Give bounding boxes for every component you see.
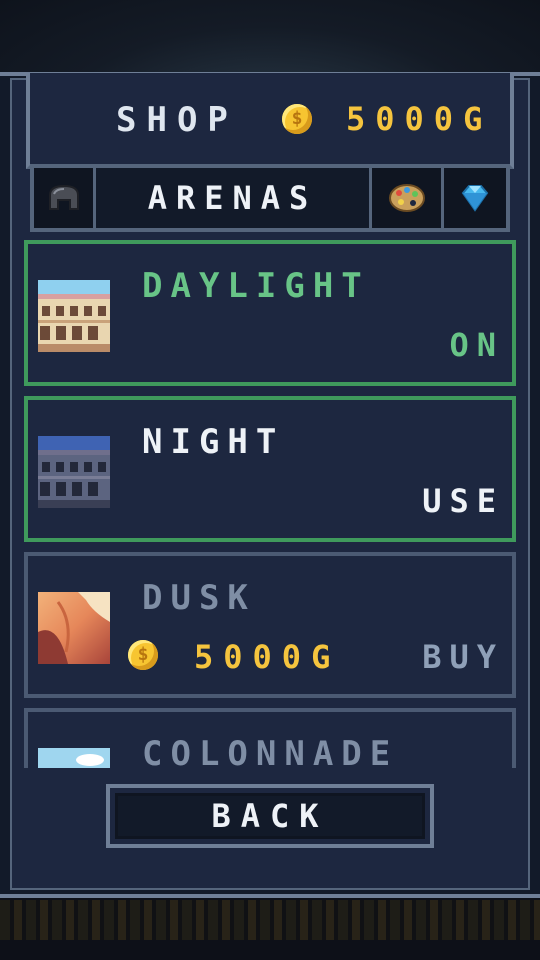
helmet-icon: [48, 184, 79, 210]
back-button[interactable]: BACK: [106, 784, 434, 848]
arena-card-colonnade[interactable]: COLONNADE: [24, 708, 516, 768]
dusk-arena-thumbnail: [38, 592, 110, 664]
arena-status-on: ON: [449, 326, 504, 364]
gold-balance: 5000G: [346, 100, 493, 138]
night-arena-thumbnail: [38, 436, 110, 508]
arena-name: COLONNADE: [142, 734, 399, 768]
arena-use-button[interactable]: USE: [422, 482, 504, 520]
daylight-arena-thumbnail: [38, 280, 110, 352]
diamond-icon: [461, 185, 489, 212]
arena-card-night[interactable]: NIGHT USE: [24, 396, 516, 542]
gold-coin-icon: [282, 104, 312, 134]
shop-title: SHOP: [116, 100, 238, 140]
arena-backdrop: [0, 0, 540, 80]
arena-name: NIGHT: [142, 422, 285, 462]
arena-name: DAYLIGHT: [142, 266, 370, 306]
tab-arenas-label: ARENAS: [147, 179, 318, 217]
arena-buy-button[interactable]: BUY: [422, 638, 504, 676]
arena-list[interactable]: DAYLIGHT ON NIGHT USE DUSK $ 5000G BUY C…: [18, 236, 522, 768]
tab-arenas[interactable]: ARENAS: [96, 168, 372, 228]
gold-coin-icon: [128, 640, 158, 670]
paint-palette-icon: [388, 184, 425, 212]
back-button-label: BACK: [211, 797, 329, 835]
tab-paint[interactable]: [372, 168, 444, 228]
arena-card-dusk[interactable]: DUSK 5000G BUY: [24, 552, 516, 698]
crowd-decoration: [0, 900, 540, 940]
tab-gems[interactable]: [444, 168, 506, 228]
arena-name: DUSK: [142, 578, 256, 618]
arena-price: 5000G: [194, 638, 341, 676]
colonnade-arena-thumbnail: [38, 748, 110, 768]
arena-card-daylight[interactable]: DAYLIGHT ON: [24, 240, 516, 386]
tab-armor[interactable]: [34, 168, 96, 228]
